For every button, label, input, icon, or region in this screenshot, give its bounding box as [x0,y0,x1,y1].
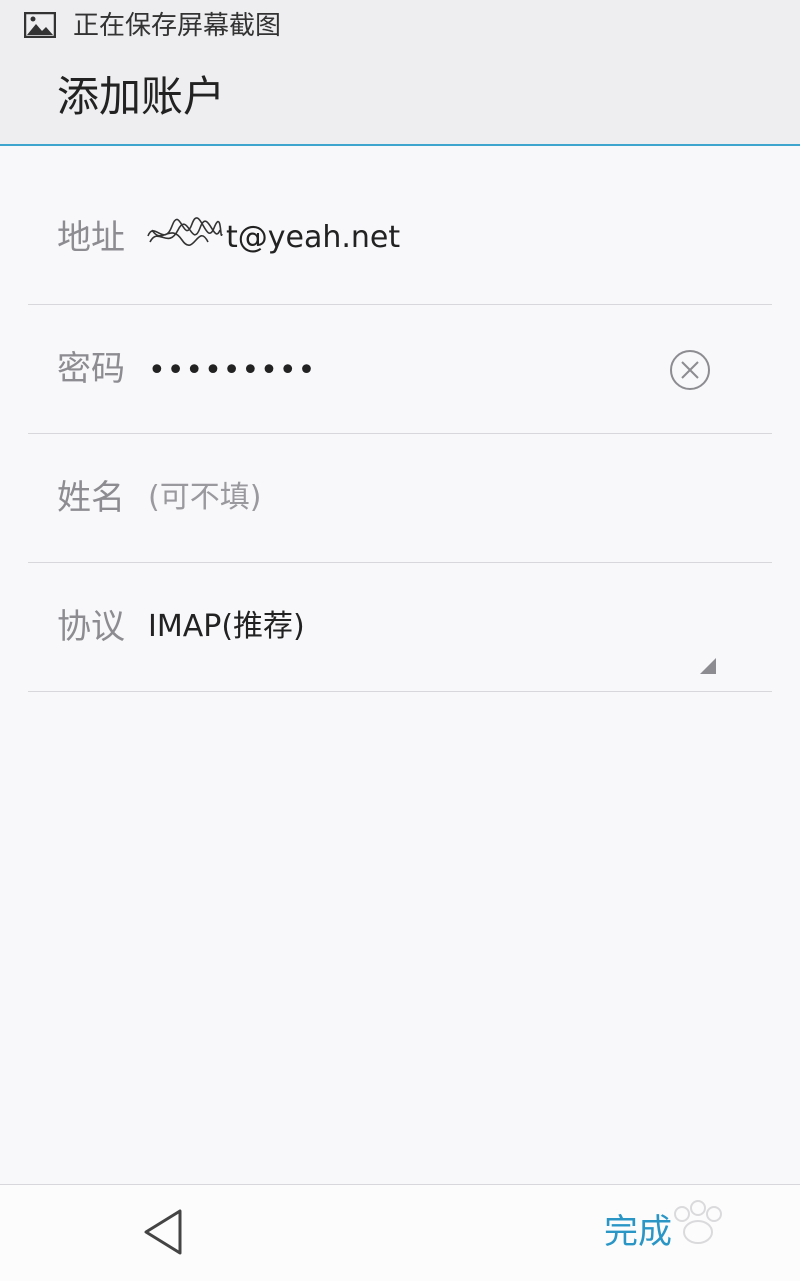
protocol-select[interactable]: IMAP(推荐) [148,607,305,647]
status-text: 正在保存屏幕截图 [73,11,282,41]
password-input[interactable]: ••••••••• [148,351,316,391]
back-triangle-icon[interactable] [142,1208,184,1256]
password-row[interactable]: 密码 ••••••••• [28,305,772,434]
watermark-paw-icon [674,1200,722,1244]
redaction-scribble [147,217,223,247]
password-label: 密码 [57,349,125,389]
protocol-label: 协议 [57,607,125,647]
address-label: 地址 [57,218,125,258]
address-row[interactable]: 地址 t@yeah.net [28,176,772,305]
name-label: 姓名 [57,478,125,518]
protocol-row[interactable]: 协议 IMAP(推荐) [28,563,772,692]
app-header: 添加账户 [0,52,800,146]
clear-circle-icon[interactable] [668,348,712,392]
address-input[interactable]: t@yeah.net [226,218,400,258]
status-bar: 正在保存屏幕截图 [0,0,800,52]
dropdown-triangle-icon[interactable] [700,658,716,674]
name-input[interactable]: (可不填) [148,478,261,518]
page-title: 添加账户 [57,72,226,121]
image-icon [24,12,56,38]
name-row[interactable]: 姓名 (可不填) [28,434,772,563]
